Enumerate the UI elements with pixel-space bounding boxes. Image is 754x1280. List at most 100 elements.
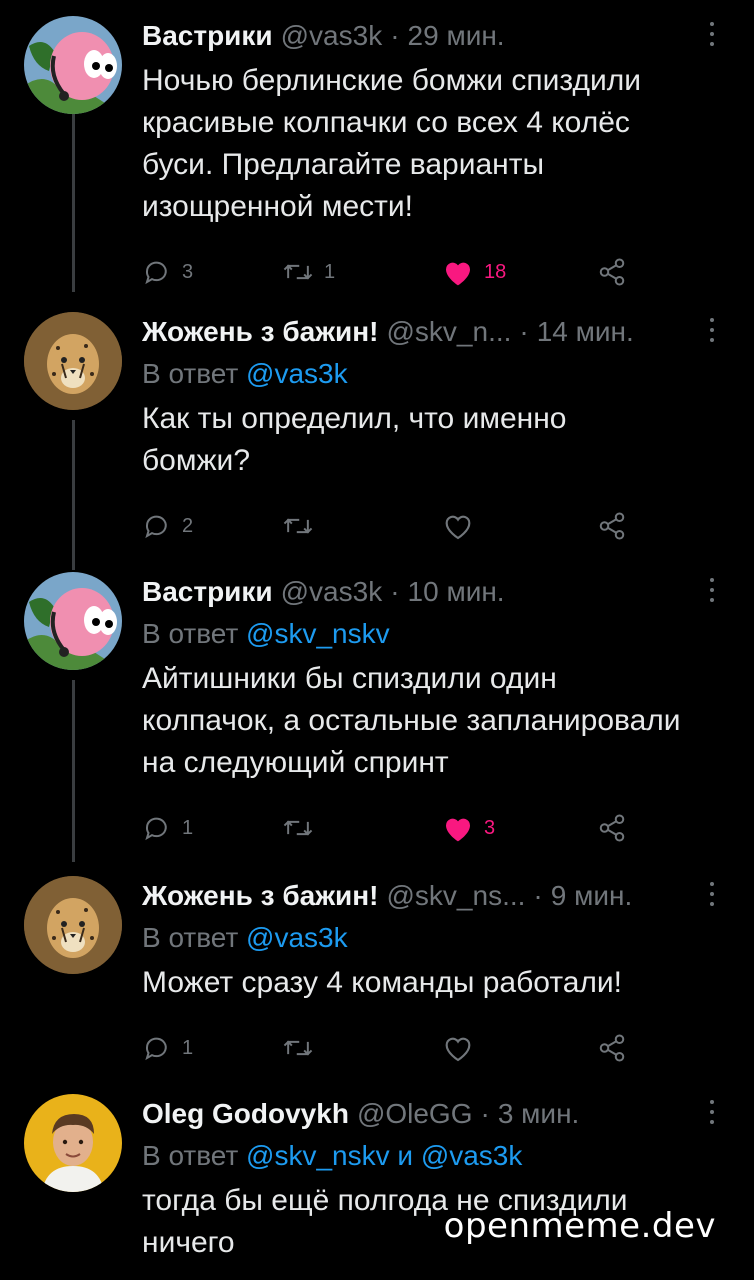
tweet-text-line: буси. Предлагайте варианты xyxy=(142,148,545,181)
author-handle[interactable]: @skv_n... xyxy=(387,312,512,352)
separator-dot: · xyxy=(390,576,400,607)
author-name[interactable]: Вастрики xyxy=(142,16,273,56)
more-options-icon[interactable] xyxy=(708,1100,716,1128)
watermark: openmeme.dev xyxy=(443,1206,716,1246)
share-icon xyxy=(599,814,625,842)
tweet-time[interactable]: 10 мин. xyxy=(408,572,505,612)
separator-dot: · xyxy=(390,20,400,51)
person-avatar-icon xyxy=(24,1094,122,1192)
retweet-icon xyxy=(283,264,313,280)
thread-line xyxy=(72,420,75,570)
reply-mention[interactable]: @skv_nskv и @vas3k xyxy=(246,1140,522,1171)
reply-button[interactable]: 3 xyxy=(142,252,193,292)
author-handle[interactable]: @OleGG xyxy=(357,1094,473,1134)
tweet-actions: 1 3 xyxy=(142,808,730,848)
reply-count: 3 xyxy=(182,260,194,283)
tweet-text-line: Может сразу 4 команды работали! xyxy=(142,966,622,999)
like-count: 18 xyxy=(484,260,507,283)
tweet-body: Вастрики @vas3k · 10 мин. В ответ @skv_n… xyxy=(142,572,730,848)
reply-button[interactable]: 2 xyxy=(142,506,193,546)
reply-prefix: В ответ xyxy=(142,358,239,389)
tweet-time[interactable]: 9 мин. xyxy=(551,876,632,916)
reply-count: 1 xyxy=(182,1036,194,1059)
tweet-time[interactable]: 14 мин. xyxy=(537,312,634,352)
more-options-icon[interactable] xyxy=(708,318,716,346)
tweet-actions: 1 xyxy=(142,1028,730,1068)
reply-button[interactable]: 1 xyxy=(142,1028,193,1068)
tweet-time[interactable]: 29 мин. xyxy=(408,16,505,56)
tweet-time[interactable]: 3 мин. xyxy=(498,1094,579,1134)
reply-icon xyxy=(145,261,167,285)
reply-count: 2 xyxy=(182,514,194,537)
reply-prefix: В ответ xyxy=(142,1140,239,1171)
tweet-text-line: Айтишники бы спиздили один xyxy=(142,662,557,695)
worm-avatar-icon xyxy=(24,572,122,670)
reply-context: В ответ @vas3k xyxy=(142,918,730,958)
share-button[interactable] xyxy=(597,1028,627,1068)
tweet-text: Может сразу 4 команды работали! xyxy=(142,962,730,1004)
tweet-header: Oleg Godovykh @OleGG · 3 мин. xyxy=(142,1094,730,1134)
author-name[interactable]: Жожень з бажин! xyxy=(142,312,379,352)
retweet-button[interactable] xyxy=(282,1028,314,1068)
like-button[interactable] xyxy=(442,506,474,546)
tweet-actions: 2 xyxy=(142,506,730,546)
share-icon xyxy=(599,1034,625,1062)
tweet-text: Айтишники бы спиздили один колпачок, а о… xyxy=(142,658,730,784)
more-options-icon[interactable] xyxy=(708,578,716,606)
thread-line xyxy=(72,112,75,292)
retweet-button[interactable] xyxy=(282,506,314,546)
tweet-text: Как ты определил, что именно бомжи? xyxy=(142,398,730,482)
cheetah-avatar-icon xyxy=(24,312,122,410)
like-button[interactable]: 18 xyxy=(442,252,506,292)
more-options-icon[interactable] xyxy=(708,22,716,50)
author-name[interactable]: Вастрики xyxy=(142,572,273,612)
reply-mention[interactable]: @vas3k xyxy=(246,358,348,389)
retweet-button[interactable]: 1 xyxy=(282,252,335,292)
tweet-header: Вастрики @vas3k · 29 мин. xyxy=(142,16,730,56)
avatar[interactable] xyxy=(24,312,122,410)
reply-button[interactable]: 1 xyxy=(142,808,193,848)
reply-prefix: В ответ xyxy=(142,922,239,953)
like-button[interactable] xyxy=(442,1028,474,1068)
tweet-text: Ночью берлинские бомжи спиздили красивые… xyxy=(142,60,730,228)
tweet-header: Вастрики @vas3k · 10 мин. xyxy=(142,572,730,612)
share-button[interactable] xyxy=(597,506,627,546)
cheetah-avatar-icon xyxy=(24,876,122,974)
share-button[interactable] xyxy=(597,808,627,848)
like-button[interactable]: 3 xyxy=(442,808,495,848)
reply-context: В ответ @skv_nskv xyxy=(142,614,730,654)
tweet-text-line: Как ты определил, что именно xyxy=(142,402,567,435)
tweet-text-line: колпачок, а остальные запланировали xyxy=(142,704,681,737)
avatar[interactable] xyxy=(24,1094,122,1192)
tweet-text-line: бомжи? xyxy=(142,444,251,477)
tweet-text-line: изощренной мести! xyxy=(142,190,413,223)
avatar[interactable] xyxy=(24,876,122,974)
author-name[interactable]: Oleg Godovykh xyxy=(142,1094,349,1134)
reply-icon xyxy=(145,1037,167,1061)
separator-dot: · xyxy=(519,316,529,347)
tweet-text-line: на следующий спринт xyxy=(142,746,449,779)
separator-dot: · xyxy=(480,1098,490,1129)
heart-filled-icon xyxy=(446,262,470,286)
heart-outline-icon xyxy=(445,1037,471,1062)
reply-prefix: В ответ xyxy=(142,618,239,649)
reply-mention[interactable]: @vas3k xyxy=(246,922,348,953)
tweet-header: Жожень з бажин! @skv_n... · 14 мин. xyxy=(142,312,730,352)
retweet-icon xyxy=(283,1040,313,1056)
reply-count: 1 xyxy=(182,816,194,839)
avatar[interactable] xyxy=(24,16,122,114)
author-name[interactable]: Жожень з бажин! xyxy=(142,876,379,916)
author-handle[interactable]: @vas3k xyxy=(281,16,383,56)
like-count: 3 xyxy=(484,816,496,839)
share-icon xyxy=(599,512,625,540)
avatar[interactable] xyxy=(24,572,122,670)
tweet-text-line: красивые колпачки со всех 4 колёс xyxy=(142,106,630,139)
share-button[interactable] xyxy=(597,252,627,292)
retweet-button[interactable] xyxy=(282,808,314,848)
reply-icon xyxy=(145,817,167,841)
retweet-count: 1 xyxy=(324,260,336,283)
reply-mention[interactable]: @skv_nskv xyxy=(246,618,390,649)
author-handle[interactable]: @vas3k xyxy=(281,572,383,612)
more-options-icon[interactable] xyxy=(708,882,716,910)
author-handle[interactable]: @skv_ns... xyxy=(387,876,526,916)
